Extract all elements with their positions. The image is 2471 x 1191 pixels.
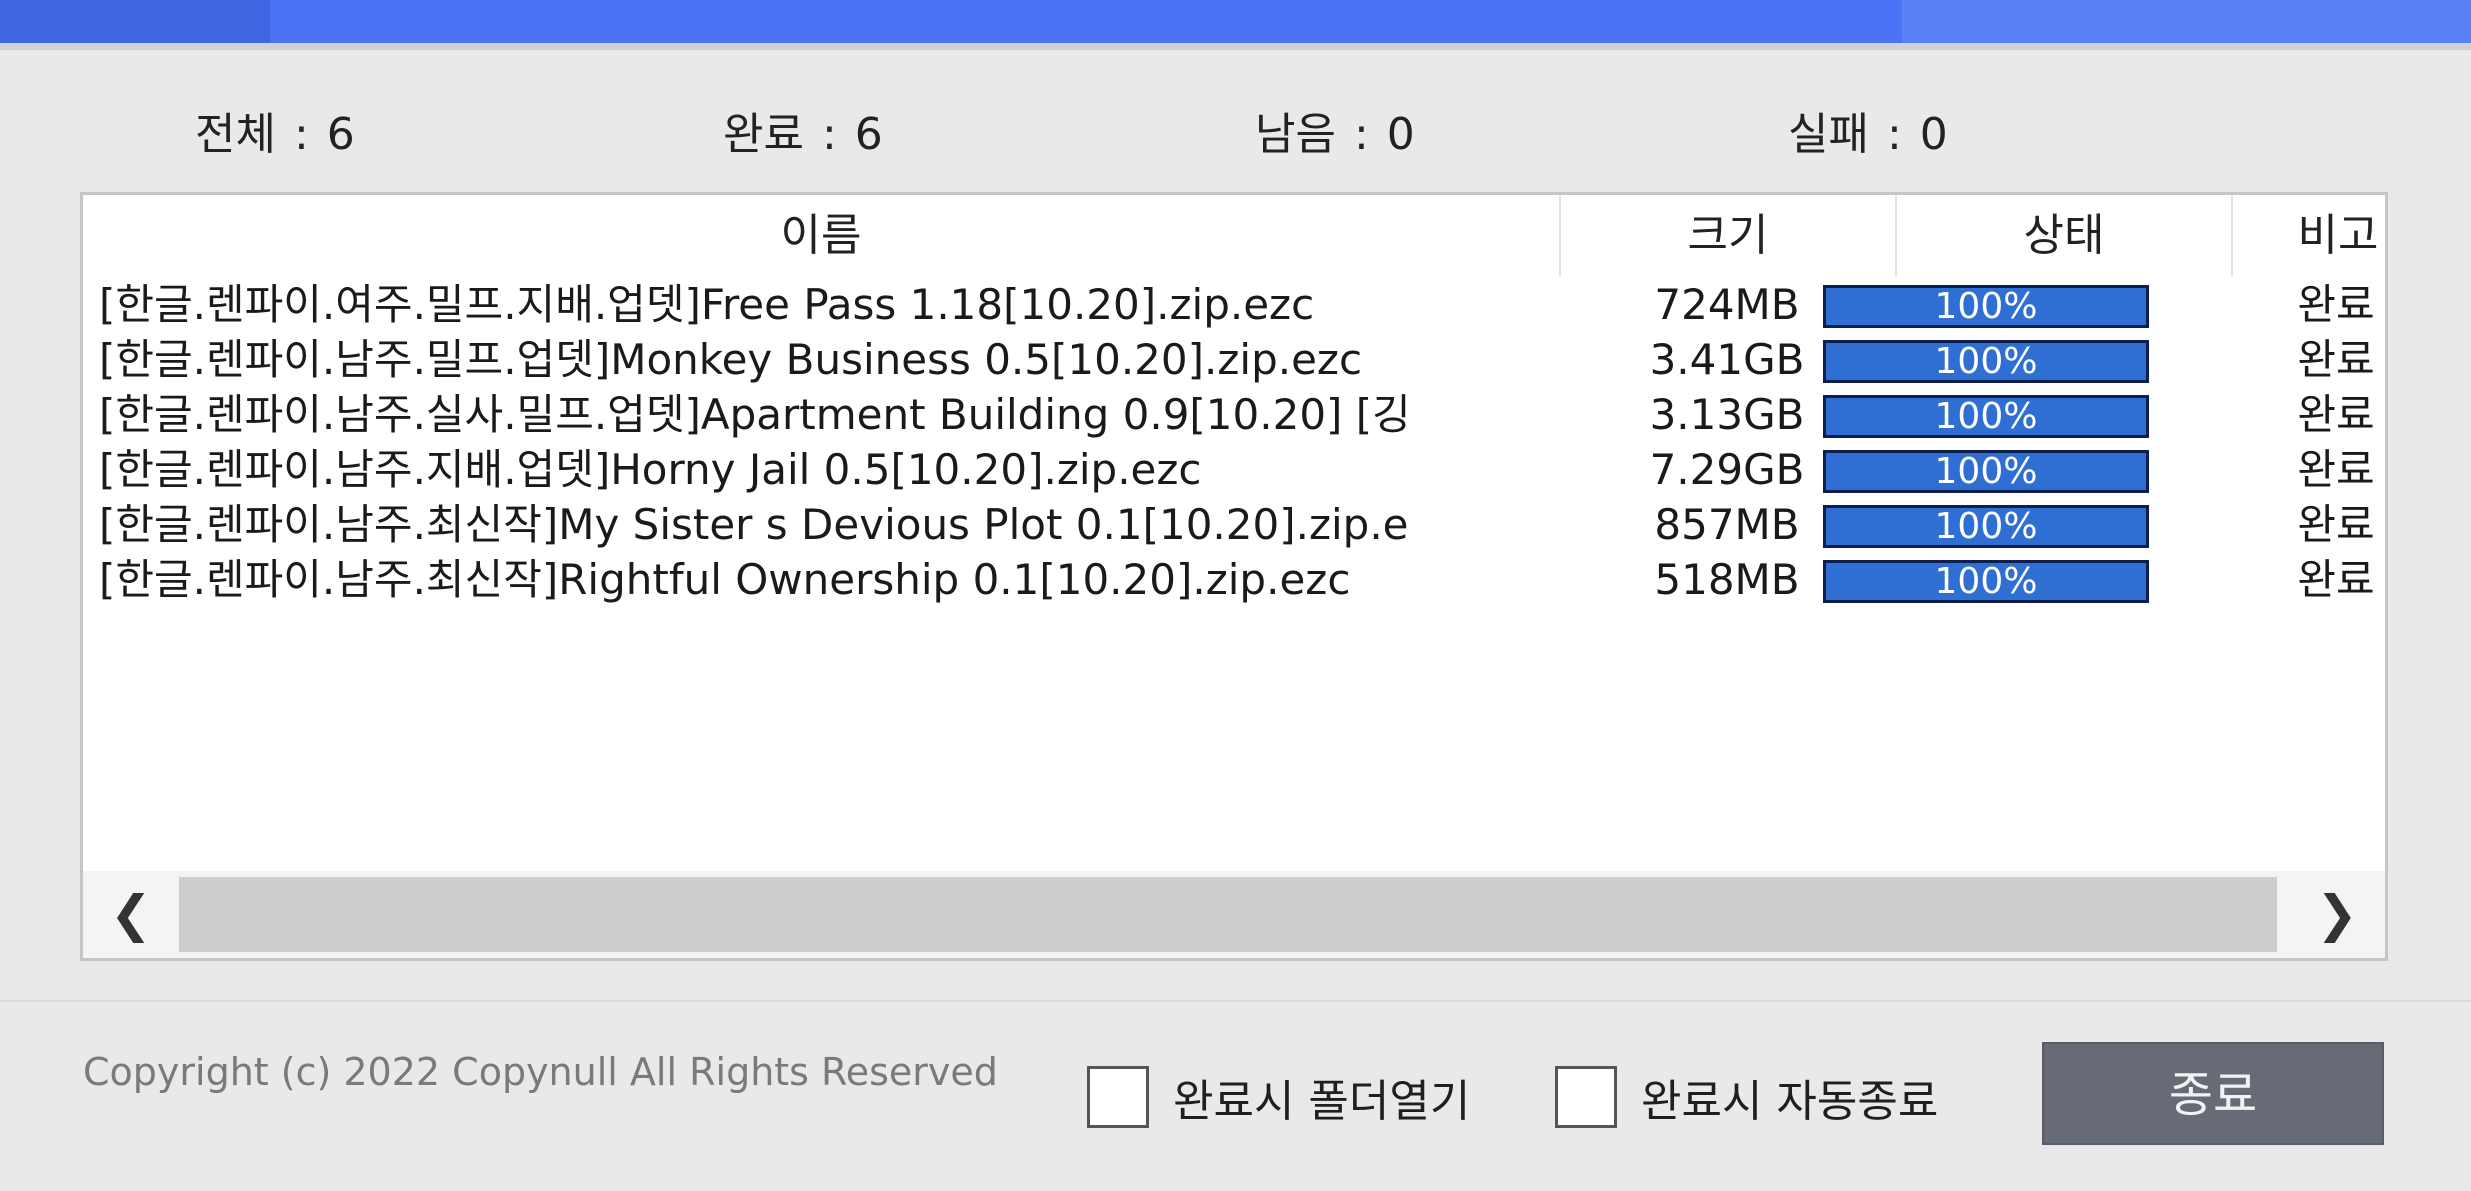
title-bar-right-segment bbox=[1902, 0, 2471, 43]
summary-failed-label: 실패 bbox=[1788, 109, 1869, 160]
auto-exit-label[interactable]: 완료시 자동종료 bbox=[1641, 1065, 1938, 1129]
table-row[interactable]: [한글.렌파이.남주.밀프.업뎃]Monkey Business 0.5[10.… bbox=[83, 332, 2385, 387]
footer-divider bbox=[0, 1000, 2471, 1002]
open-folder-checkbox[interactable] bbox=[1087, 1066, 1149, 1128]
progress-text: 100% bbox=[1934, 396, 2038, 437]
open-folder-label[interactable]: 완료시 폴더열기 bbox=[1173, 1065, 1470, 1129]
column-header-name[interactable]: 이름 bbox=[83, 195, 1559, 277]
file-note: 완료 bbox=[2297, 280, 2375, 329]
progress-bar: 100% bbox=[1823, 395, 2149, 438]
file-name: [한글.렌파이.남주.실사.밀프.업뎃]Apartment Building 0… bbox=[99, 390, 1411, 439]
column-header-status[interactable]: 상태 bbox=[1897, 195, 2231, 277]
open-folder-option[interactable]: 완료시 폴더열기 bbox=[1087, 1062, 1470, 1132]
progress-bar: 100% bbox=[1823, 505, 2149, 548]
progress-text: 100% bbox=[1934, 286, 2038, 327]
column-header-note[interactable]: 비고 bbox=[2233, 195, 2385, 277]
progress-text: 100% bbox=[1934, 451, 2038, 492]
summary-total: 전체 : 6 bbox=[195, 109, 355, 160]
progress-bar: 100% bbox=[1823, 340, 2149, 383]
table-row[interactable]: [한글.렌파이.남주.최신작]My Sister s Devious Plot … bbox=[83, 497, 2385, 552]
file-name: [한글.렌파이.남주.최신작]Rightful Ownership 0.1[10… bbox=[99, 555, 1351, 604]
file-list[interactable]: 이름 크기 상태 비고 [한글.렌파이.여주.밀프.지배.업뎃]Free Pas… bbox=[80, 192, 2388, 961]
close-button[interactable]: 종료 bbox=[2042, 1042, 2384, 1145]
auto-exit-option[interactable]: 완료시 자동종료 bbox=[1555, 1062, 1938, 1132]
summary-done: 완료 : 6 bbox=[723, 109, 883, 160]
summary-total-label: 전체 bbox=[195, 109, 276, 160]
summary-remaining-value: 0 bbox=[1386, 109, 1415, 160]
scrollbar-thumb[interactable] bbox=[179, 877, 2277, 952]
summary-remaining-label: 남음 bbox=[1255, 109, 1336, 160]
summary-remaining: 남음 : 0 bbox=[1255, 109, 1415, 160]
file-name: [한글.렌파이.남주.최신작]My Sister s Devious Plot … bbox=[99, 500, 1409, 549]
table-row[interactable]: [한글.렌파이.남주.최신작]Rightful Ownership 0.1[10… bbox=[83, 552, 2385, 607]
progress-bar: 100% bbox=[1823, 560, 2149, 603]
file-name: [한글.렌파이.여주.밀프.지배.업뎃]Free Pass 1.18[10.20… bbox=[99, 280, 1315, 329]
chevron-right-icon[interactable]: ❯ bbox=[2289, 871, 2385, 958]
copyright-text: Copyright (c) 2022 Copynull All Rights R… bbox=[83, 1050, 998, 1094]
file-name: [한글.렌파이.남주.지배.업뎃]Horny Jail 0.5[10.20].z… bbox=[99, 445, 1202, 494]
summary-failed-value: 0 bbox=[1919, 109, 1948, 160]
title-bar-divider bbox=[0, 43, 2471, 50]
auto-exit-checkbox[interactable] bbox=[1555, 1066, 1617, 1128]
column-header-size[interactable]: 크기 bbox=[1561, 195, 1895, 277]
table-row[interactable]: [한글.렌파이.남주.지배.업뎃]Horny Jail 0.5[10.20].z… bbox=[83, 442, 2385, 497]
chevron-left-icon[interactable]: ❮ bbox=[83, 871, 179, 958]
summary-total-value: 6 bbox=[326, 109, 355, 160]
summary-bar: 전체 : 6 완료 : 6 남음 : 0 실패 : 0 bbox=[0, 100, 2471, 170]
file-note: 완료 bbox=[2297, 445, 2375, 494]
list-header: 이름 크기 상태 비고 bbox=[83, 195, 2385, 277]
file-note: 완료 bbox=[2297, 555, 2375, 604]
file-note: 완료 bbox=[2297, 335, 2375, 384]
progress-bar: 100% bbox=[1823, 450, 2149, 493]
summary-failed: 실패 : 0 bbox=[1788, 109, 1948, 160]
progress-text: 100% bbox=[1934, 341, 2038, 382]
table-row[interactable]: [한글.렌파이.여주.밀프.지배.업뎃]Free Pass 1.18[10.20… bbox=[83, 277, 2385, 332]
file-note: 완료 bbox=[2297, 500, 2375, 549]
title-bar bbox=[0, 0, 2471, 43]
summary-done-value: 6 bbox=[854, 109, 883, 160]
progress-text: 100% bbox=[1934, 561, 2038, 602]
progress-bar: 100% bbox=[1823, 285, 2149, 328]
file-note: 완료 bbox=[2297, 390, 2375, 439]
table-row[interactable]: [한글.렌파이.남주.실사.밀프.업뎃]Apartment Building 0… bbox=[83, 387, 2385, 442]
progress-text: 100% bbox=[1934, 506, 2038, 547]
title-bar-left-segment bbox=[0, 0, 270, 43]
horizontal-scrollbar[interactable]: ❮ ❯ bbox=[83, 871, 2385, 958]
file-name: [한글.렌파이.남주.밀프.업뎃]Monkey Business 0.5[10.… bbox=[99, 335, 1363, 384]
summary-done-label: 완료 bbox=[723, 109, 804, 160]
